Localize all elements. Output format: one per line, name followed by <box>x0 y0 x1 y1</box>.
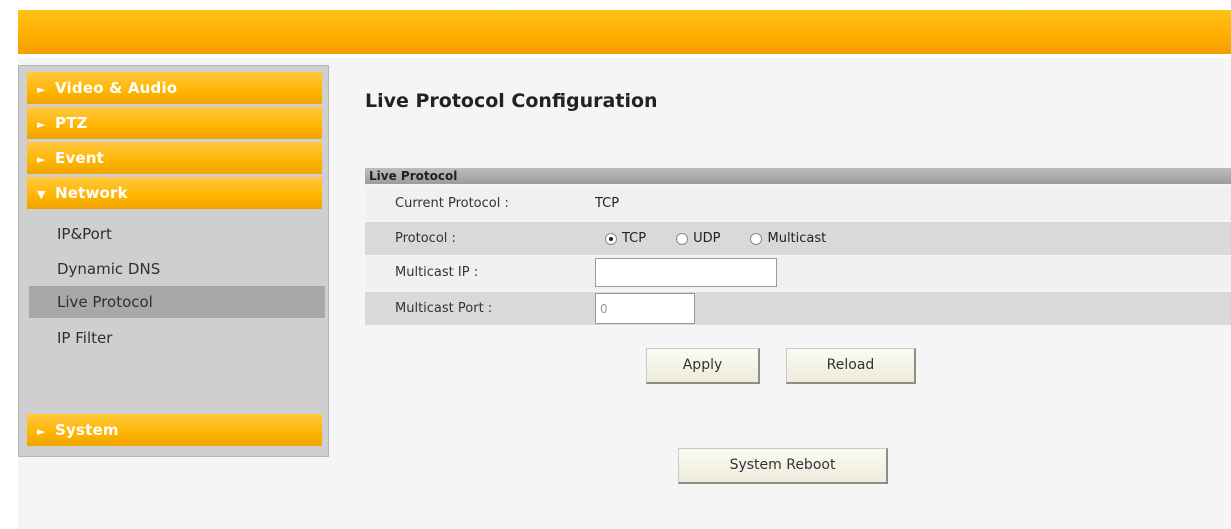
sidebar-group-video-audio[interactable]: ► Video & Audio <box>27 72 322 104</box>
radio-label: UDP <box>693 231 721 246</box>
triangle-right-icon: ► <box>37 118 46 131</box>
page-title: Live Protocol Configuration <box>365 90 658 112</box>
current-protocol-value: TCP <box>595 196 620 211</box>
multicast-port-label: Multicast Port : <box>395 301 493 316</box>
sidebar-item-ip-filter[interactable]: IP Filter <box>29 322 325 354</box>
sidebar-group-event[interactable]: ► Event <box>27 142 322 174</box>
triangle-right-icon: ► <box>37 425 46 438</box>
sidebar-group-label: Event <box>55 149 105 167</box>
multicast-port-row: Multicast Port : <box>365 292 1231 325</box>
system-reboot-button[interactable]: System Reboot <box>678 448 888 484</box>
multicast-port-input[interactable] <box>595 293 695 324</box>
sidebar-item-label: Dynamic DNS <box>57 260 161 278</box>
sidebar-item-dynamic-dns[interactable]: Dynamic DNS <box>29 253 325 285</box>
multicast-ip-input[interactable] <box>595 258 777 287</box>
protocol-radio-multicast[interactable]: Multicast <box>750 231 826 246</box>
radio-unselected-icon[interactable] <box>676 232 689 245</box>
triangle-right-icon: ► <box>37 83 46 96</box>
sidebar-item-label: IP Filter <box>57 329 113 347</box>
protocol-row: Protocol : TCP UDP Multicast <box>365 222 1231 255</box>
page: ► Video & Audio ► PTZ ► Event ▼ Network IP&P… <box>0 0 1231 529</box>
radio-unselected-icon[interactable] <box>750 232 763 245</box>
sidebar-group-network[interactable]: ▼ Network <box>27 177 322 209</box>
multicast-ip-row: Multicast IP : <box>365 256 1231 289</box>
radio-label: Multicast <box>767 231 827 246</box>
protocol-radio-tcp[interactable]: TCP <box>605 231 646 246</box>
radio-label: TCP <box>622 231 647 246</box>
sidebar-item-label: IP&Port <box>57 225 112 243</box>
protocol-radio-udp[interactable]: UDP <box>676 231 720 246</box>
sidebar-item-ip-port[interactable]: IP&Port <box>29 218 325 250</box>
top-banner <box>18 10 1231 54</box>
sidebar-group-ptz[interactable]: ► PTZ <box>27 107 322 139</box>
sidebar-group-label: PTZ <box>55 114 88 132</box>
triangle-right-icon: ► <box>37 153 46 166</box>
sidebar-group-label: Video & Audio <box>55 79 178 97</box>
sidebar-group-label: System <box>55 421 119 439</box>
current-protocol-row: Current Protocol : TCP <box>365 187 1231 220</box>
sidebar-group-system[interactable]: ► System <box>27 414 322 446</box>
radio-selected-icon[interactable] <box>605 232 617 245</box>
protocol-label: Protocol : <box>395 231 456 246</box>
multicast-ip-label: Multicast IP : <box>395 265 479 280</box>
section-header: Live Protocol <box>365 168 1231 184</box>
apply-button[interactable]: Apply <box>646 348 760 384</box>
triangle-down-icon: ▼ <box>37 188 46 201</box>
sidebar-item-live-protocol[interactable]: Live Protocol <box>29 286 325 318</box>
reload-button[interactable]: Reload <box>786 348 916 384</box>
current-protocol-label: Current Protocol : <box>395 196 509 211</box>
sidebar-item-label: Live Protocol <box>57 293 153 311</box>
protocol-radio-group: TCP UDP Multicast <box>605 222 856 255</box>
sidebar: ► Video & Audio ► PTZ ► Event ▼ Network IP&P… <box>18 65 329 457</box>
sidebar-group-label: Network <box>55 184 128 202</box>
